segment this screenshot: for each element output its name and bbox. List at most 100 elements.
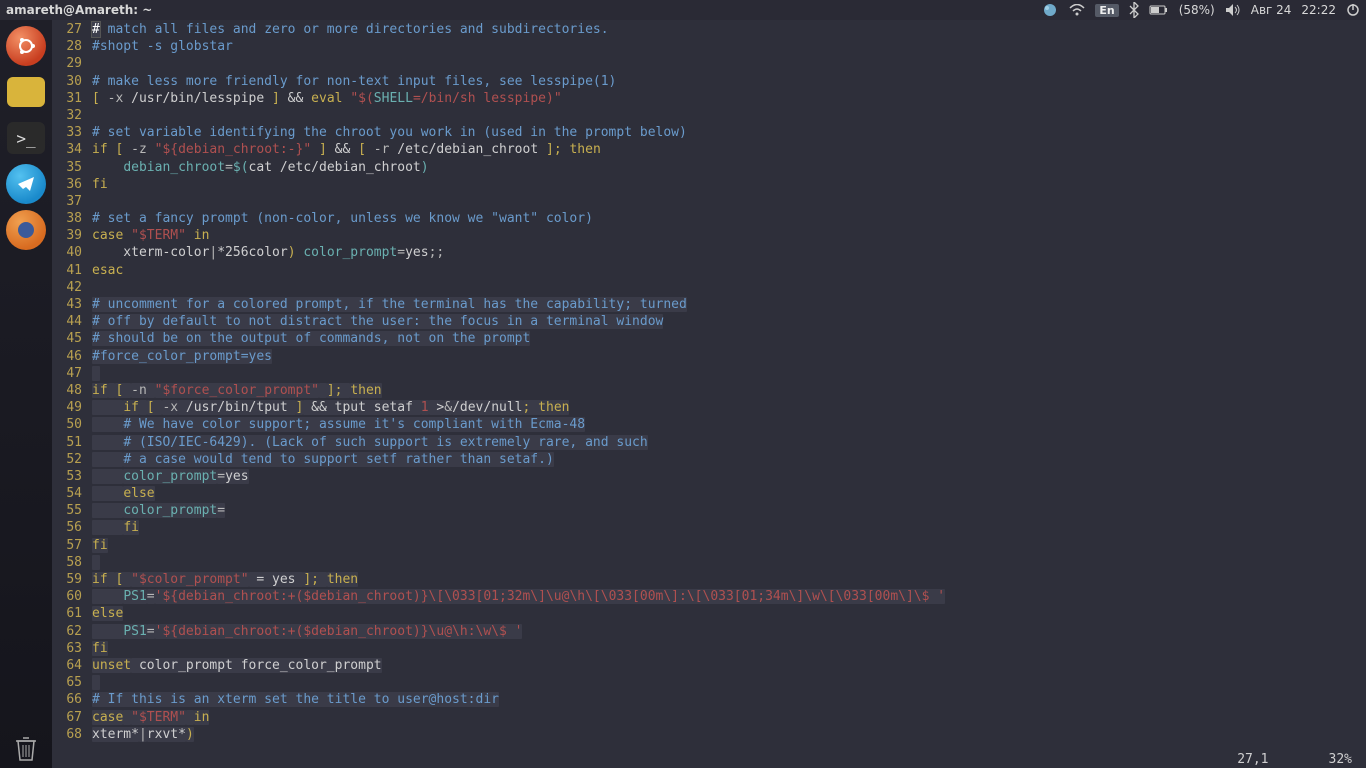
code-line[interactable]: 36fi [52,177,1366,194]
code-line[interactable]: 52 # a case would tend to support setf r… [52,452,1366,469]
vim-status-bar: 27,1 32% [52,750,1366,768]
line-number: 42 [52,280,92,295]
terminal-icon[interactable]: >_ [6,118,46,158]
telegram-icon[interactable] [6,164,46,204]
code-line[interactable]: 33# set variable identifying the chroot … [52,125,1366,142]
code-line[interactable]: 64unset color_prompt force_color_prompt [52,658,1366,675]
code-content: # set variable identifying the chroot yo… [92,125,1366,140]
code-content: PS1='${debian_chroot:+($debian_chroot)}\… [92,624,1366,639]
code-line[interactable]: 67case "$TERM" in [52,710,1366,727]
code-line[interactable]: 62 PS1='${debian_chroot:+($debian_chroot… [52,624,1366,641]
window-title: amareth@Amareth: ~ [6,3,152,17]
line-number: 60 [52,589,92,604]
menu-bar: amareth@Amareth: ~ En (58%) Авг 24 22:22 [0,0,1366,20]
code-line[interactable]: 50 # We have color support; assume it's … [52,417,1366,434]
code-content: # should be on the output of commands, n… [92,331,1366,346]
line-number: 34 [52,142,92,157]
code-line[interactable]: 47 [52,366,1366,383]
code-content: [ -x /usr/bin/lesspipe ] && eval "$(SHEL… [92,91,1366,106]
code-line[interactable]: 32 [52,108,1366,125]
keyboard-layout-indicator[interactable]: En [1095,4,1118,17]
code-line[interactable]: 31[ -x /usr/bin/lesspipe ] && eval "$(SH… [52,91,1366,108]
line-number: 62 [52,624,92,639]
code-line[interactable]: 27# match all files and zero or more dir… [52,22,1366,39]
line-number: 53 [52,469,92,484]
code-line[interactable]: 59if [ "$color_prompt" = yes ]; then [52,572,1366,589]
wifi-icon[interactable] [1069,4,1085,16]
code-line[interactable]: 28#shopt -s globstar [52,39,1366,56]
code-content: else [92,606,1366,621]
line-number: 47 [52,366,92,381]
code-content: color_prompt= [92,503,1366,518]
line-number: 67 [52,710,92,725]
terminal-window[interactable]: 27# match all files and zero or more dir… [52,20,1366,768]
code-line[interactable]: 65 [52,675,1366,692]
code-content: # a case would tend to support setf rath… [92,452,1366,467]
code-line[interactable]: 41esac [52,263,1366,280]
line-number: 40 [52,245,92,260]
trash-icon[interactable] [6,728,46,768]
bluetooth-icon[interactable] [1129,2,1139,18]
file-manager-icon[interactable] [6,72,46,112]
code-content: fi [92,641,1366,656]
editor-viewport[interactable]: 27# match all files and zero or more dir… [52,20,1366,750]
code-line[interactable]: 63fi [52,641,1366,658]
line-number: 45 [52,331,92,346]
line-number: 64 [52,658,92,673]
scroll-percent: 32% [1329,752,1352,767]
code-content: if [ -x /usr/bin/tput ] && tput setaf 1 … [92,400,1366,415]
code-line[interactable]: 37 [52,194,1366,211]
line-number: 66 [52,692,92,707]
code-line[interactable]: 48if [ -n "$force_color_prompt" ]; then [52,383,1366,400]
code-line[interactable]: 40 xterm-color|*256color) color_prompt=y… [52,245,1366,262]
code-content: case "$TERM" in [92,710,1366,725]
code-line[interactable]: 38# set a fancy prompt (non-color, unles… [52,211,1366,228]
code-line[interactable]: 68xterm*|rxvt*) [52,727,1366,744]
system-tray: En (58%) Авг 24 22:22 [1041,2,1360,18]
code-line[interactable]: 49 if [ -x /usr/bin/tput ] && tput setaf… [52,400,1366,417]
code-line[interactable]: 29 [52,56,1366,73]
dash-icon[interactable] [6,26,46,66]
code-content: else [92,486,1366,501]
line-number: 58 [52,555,92,570]
line-number: 39 [52,228,92,243]
line-number: 27 [52,22,92,37]
code-line[interactable]: 35 debian_chroot=$(cat /etc/debian_chroo… [52,160,1366,177]
line-number: 65 [52,675,92,690]
code-line[interactable]: 66# If this is an xterm set the title to… [52,692,1366,709]
code-line[interactable]: 60 PS1='${debian_chroot:+($debian_chroot… [52,589,1366,606]
code-line[interactable]: 54 else [52,486,1366,503]
code-line[interactable]: 34if [ -z "${debian_chroot:-}" ] && [ -r… [52,142,1366,159]
code-line[interactable]: 46#force_color_prompt=yes [52,349,1366,366]
code-content [92,366,1366,381]
code-line[interactable]: 44# off by default to not distract the u… [52,314,1366,331]
battery-icon[interactable] [1149,4,1169,16]
code-content: color_prompt=yes [92,469,1366,484]
code-line[interactable]: 51 # (ISO/IEC-6429). (Lack of such suppo… [52,435,1366,452]
volume-icon[interactable] [1225,3,1241,17]
code-content: PS1='${debian_chroot:+($debian_chroot)}\… [92,589,1366,604]
code-line[interactable]: 42 [52,280,1366,297]
code-line[interactable]: 43# uncomment for a colored prompt, if t… [52,297,1366,314]
launcher-dock: >_ [0,20,52,768]
code-line[interactable]: 39case "$TERM" in [52,228,1366,245]
code-line[interactable]: 58 [52,555,1366,572]
code-line[interactable]: 45# should be on the output of commands,… [52,331,1366,348]
code-content: esac [92,263,1366,278]
line-number: 41 [52,263,92,278]
code-line[interactable]: 56 fi [52,520,1366,537]
power-icon[interactable] [1346,3,1360,17]
code-line[interactable]: 61else [52,606,1366,623]
code-content: #force_color_prompt=yes [92,349,1366,364]
line-number: 50 [52,417,92,432]
code-line[interactable]: 55 color_prompt= [52,503,1366,520]
code-line[interactable]: 57fi [52,538,1366,555]
code-line[interactable]: 30# make less more friendly for non-text… [52,74,1366,91]
weather-icon[interactable] [1041,3,1059,17]
code-content: # uncomment for a colored prompt, if the… [92,297,1366,312]
line-number: 55 [52,503,92,518]
code-content: case "$TERM" in [92,228,1366,243]
code-content: # We have color support; assume it's com… [92,417,1366,432]
code-line[interactable]: 53 color_prompt=yes [52,469,1366,486]
firefox-icon[interactable] [6,210,46,250]
